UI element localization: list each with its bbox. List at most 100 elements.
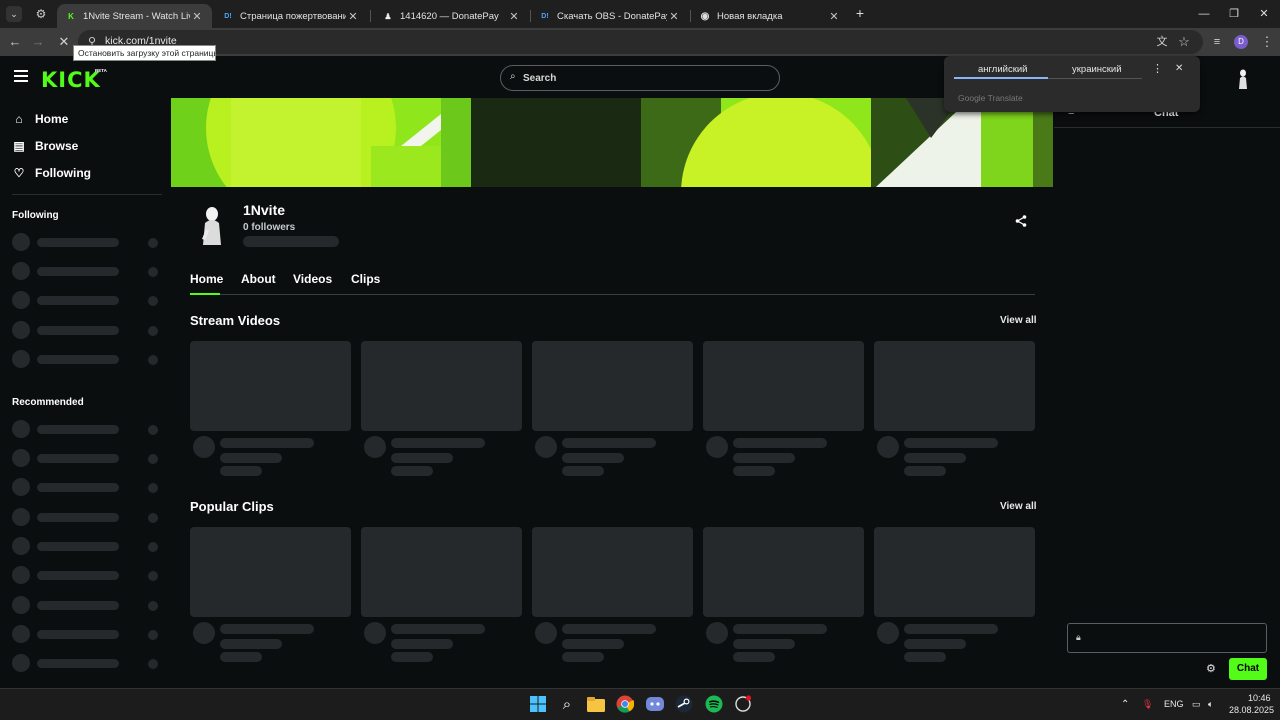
file-explorer-icon[interactable] [586,694,606,714]
minimize-icon[interactable]: — [1189,4,1219,24]
browser-tab-bar: ⌄ ⚙ K 1Nvite Stream - Watch Live on Kick… [0,0,1280,28]
tab-separator [370,10,371,22]
skeleton-placeholder [148,267,158,277]
tab-about[interactable]: About [241,272,276,286]
pinned-tab-settings-icon[interactable]: ⚙ [33,6,49,22]
hamburger-menu-icon[interactable] [14,70,28,82]
volume-icon[interactable]: 🔈︎ [1208,699,1213,710]
window-close-icon[interactable]: ✕ [1249,4,1279,24]
skeleton-placeholder [148,513,158,523]
translate-icon[interactable]: 文 [1152,32,1172,52]
tab-close-icon[interactable]: ✕ [827,10,841,23]
media-queue-icon[interactable]: ≡ [1207,32,1227,52]
video-card-thumbnail[interactable] [874,527,1035,617]
browser-tab-donatepay-user[interactable]: ♟ 1414620 — DonatePay ✕ [374,4,529,28]
beta-badge: BETA [95,68,107,73]
skeleton-placeholder [12,478,30,496]
tab-close-icon[interactable]: ✕ [507,10,521,23]
video-card-thumbnail[interactable] [703,341,864,431]
nav-following[interactable]: ♡ Following [12,163,91,183]
user-avatar-icon[interactable] [1233,68,1253,90]
stop-loading-icon[interactable]: ✕ [54,32,74,52]
translate-lang-ukrainian[interactable]: украинский [1072,64,1122,75]
forward-icon[interactable]: → [28,32,48,52]
chrome-taskbar-icon[interactable] [615,694,635,714]
address-bar[interactable] [78,30,1203,54]
sidebar-skeleton-row [12,537,162,555]
skeleton-placeholder [148,630,158,640]
channel-username: 1Nvite [243,202,286,218]
skeleton-placeholder [535,622,557,644]
taskbar-search-icon[interactable]: ⌕ [557,694,577,714]
bookmark-star-icon[interactable]: ☆ [1174,32,1194,52]
profile-avatar[interactable]: D [1234,35,1248,49]
video-card-thumbnail[interactable] [532,341,693,431]
tab-close-icon[interactable]: ✕ [346,10,360,23]
skeleton-placeholder [148,425,158,435]
input-language[interactable]: ENG [1164,699,1184,709]
tab-videos[interactable]: Videos [293,272,332,286]
tab-close-icon[interactable]: ✕ [190,10,204,23]
heart-icon: ♡ [13,166,25,180]
video-card-thumbnail[interactable] [703,527,864,617]
windows-start-icon[interactable] [528,694,548,714]
spotify-icon[interactable] [704,694,724,714]
restore-icon[interactable]: ❐ [1219,4,1249,24]
video-card-thumbnail[interactable] [190,341,351,431]
tab-title: Новая вкладка [717,10,783,22]
view-all-popular-clips[interactable]: View all [1000,501,1037,512]
chat-settings-icon[interactable]: ⚙ [1206,662,1216,675]
sidebar-heading-recommended: Recommended [12,397,84,408]
video-card-thumbnail[interactable] [190,527,351,617]
clock-time[interactable]: 10:46 [1248,693,1271,703]
steam-icon[interactable] [674,694,694,714]
chat-send-button[interactable]: Chat [1229,658,1267,680]
tab-clips[interactable]: Clips [351,272,380,286]
browser-tab-new[interactable]: ◉ Новая вкладка ✕ [691,4,849,28]
translate-options-icon[interactable]: ⋮ [1152,62,1163,75]
skeleton-placeholder [562,639,624,649]
app-icon[interactable] [733,694,753,714]
view-all-stream-videos[interactable]: View all [1000,315,1037,326]
nav-browse-label: Browse [35,139,79,153]
clock-date[interactable]: 28.08.2025 [1229,705,1274,715]
translate-close-icon[interactable]: ✕ [1175,63,1183,74]
tray-overflow-icon[interactable]: ⌃ [1121,699,1129,710]
nav-home[interactable]: ⌂ Home [12,109,68,129]
home-icon: ⌂ [15,112,23,126]
tab-search-icon[interactable]: ⌄ [6,6,22,22]
skeleton-placeholder [12,449,30,467]
video-card-thumbnail[interactable] [361,341,522,431]
skeleton-placeholder [148,355,158,365]
active-tab-indicator [190,293,220,295]
skeleton-placeholder [904,453,966,463]
video-card-thumbnail[interactable] [874,341,1035,431]
sidebar-skeleton-row [12,233,162,251]
tab-home[interactable]: Home [190,272,223,286]
sidebar-skeleton-row [12,625,162,643]
browser-tab-kick[interactable]: K 1Nvite Stream - Watch Live on Kick ✕ [57,4,212,28]
channel-avatar[interactable] [190,203,234,247]
translate-lang-english[interactable]: английский [978,64,1027,75]
chat-input[interactable]: 🔒︎ [1067,623,1267,653]
skeleton-placeholder [904,438,998,448]
tab-close-icon[interactable]: ✕ [667,10,681,23]
microphone-icon[interactable]: 🎙︎ [1142,699,1153,710]
video-card-thumbnail[interactable] [361,527,522,617]
video-card-thumbnail[interactable] [532,527,693,617]
network-icon[interactable]: ▭ [1192,699,1201,710]
share-icon[interactable] [1014,214,1028,228]
channel-avatar-image [202,207,221,245]
skeleton-placeholder [148,296,158,306]
browser-tab-obs[interactable]: D! Скачать OBS - DonatePay.ru ✕ [531,4,689,28]
skeleton-placeholder [148,483,158,493]
back-icon[interactable]: ← [5,32,25,52]
new-tab-button[interactable]: + [852,5,868,21]
kick-logo[interactable]: KICK [41,68,101,92]
menu-kebab-icon[interactable]: ⋮ [1257,32,1277,52]
search-icon: ⌕ [510,71,516,82]
skeleton-placeholder [391,652,433,662]
browser-tab-donatepay-page[interactable]: D! Страница пожертвований - DonatePay ✕ [214,4,368,28]
nav-browse[interactable]: ▤ Browse [12,136,78,156]
discord-icon[interactable] [645,694,665,714]
